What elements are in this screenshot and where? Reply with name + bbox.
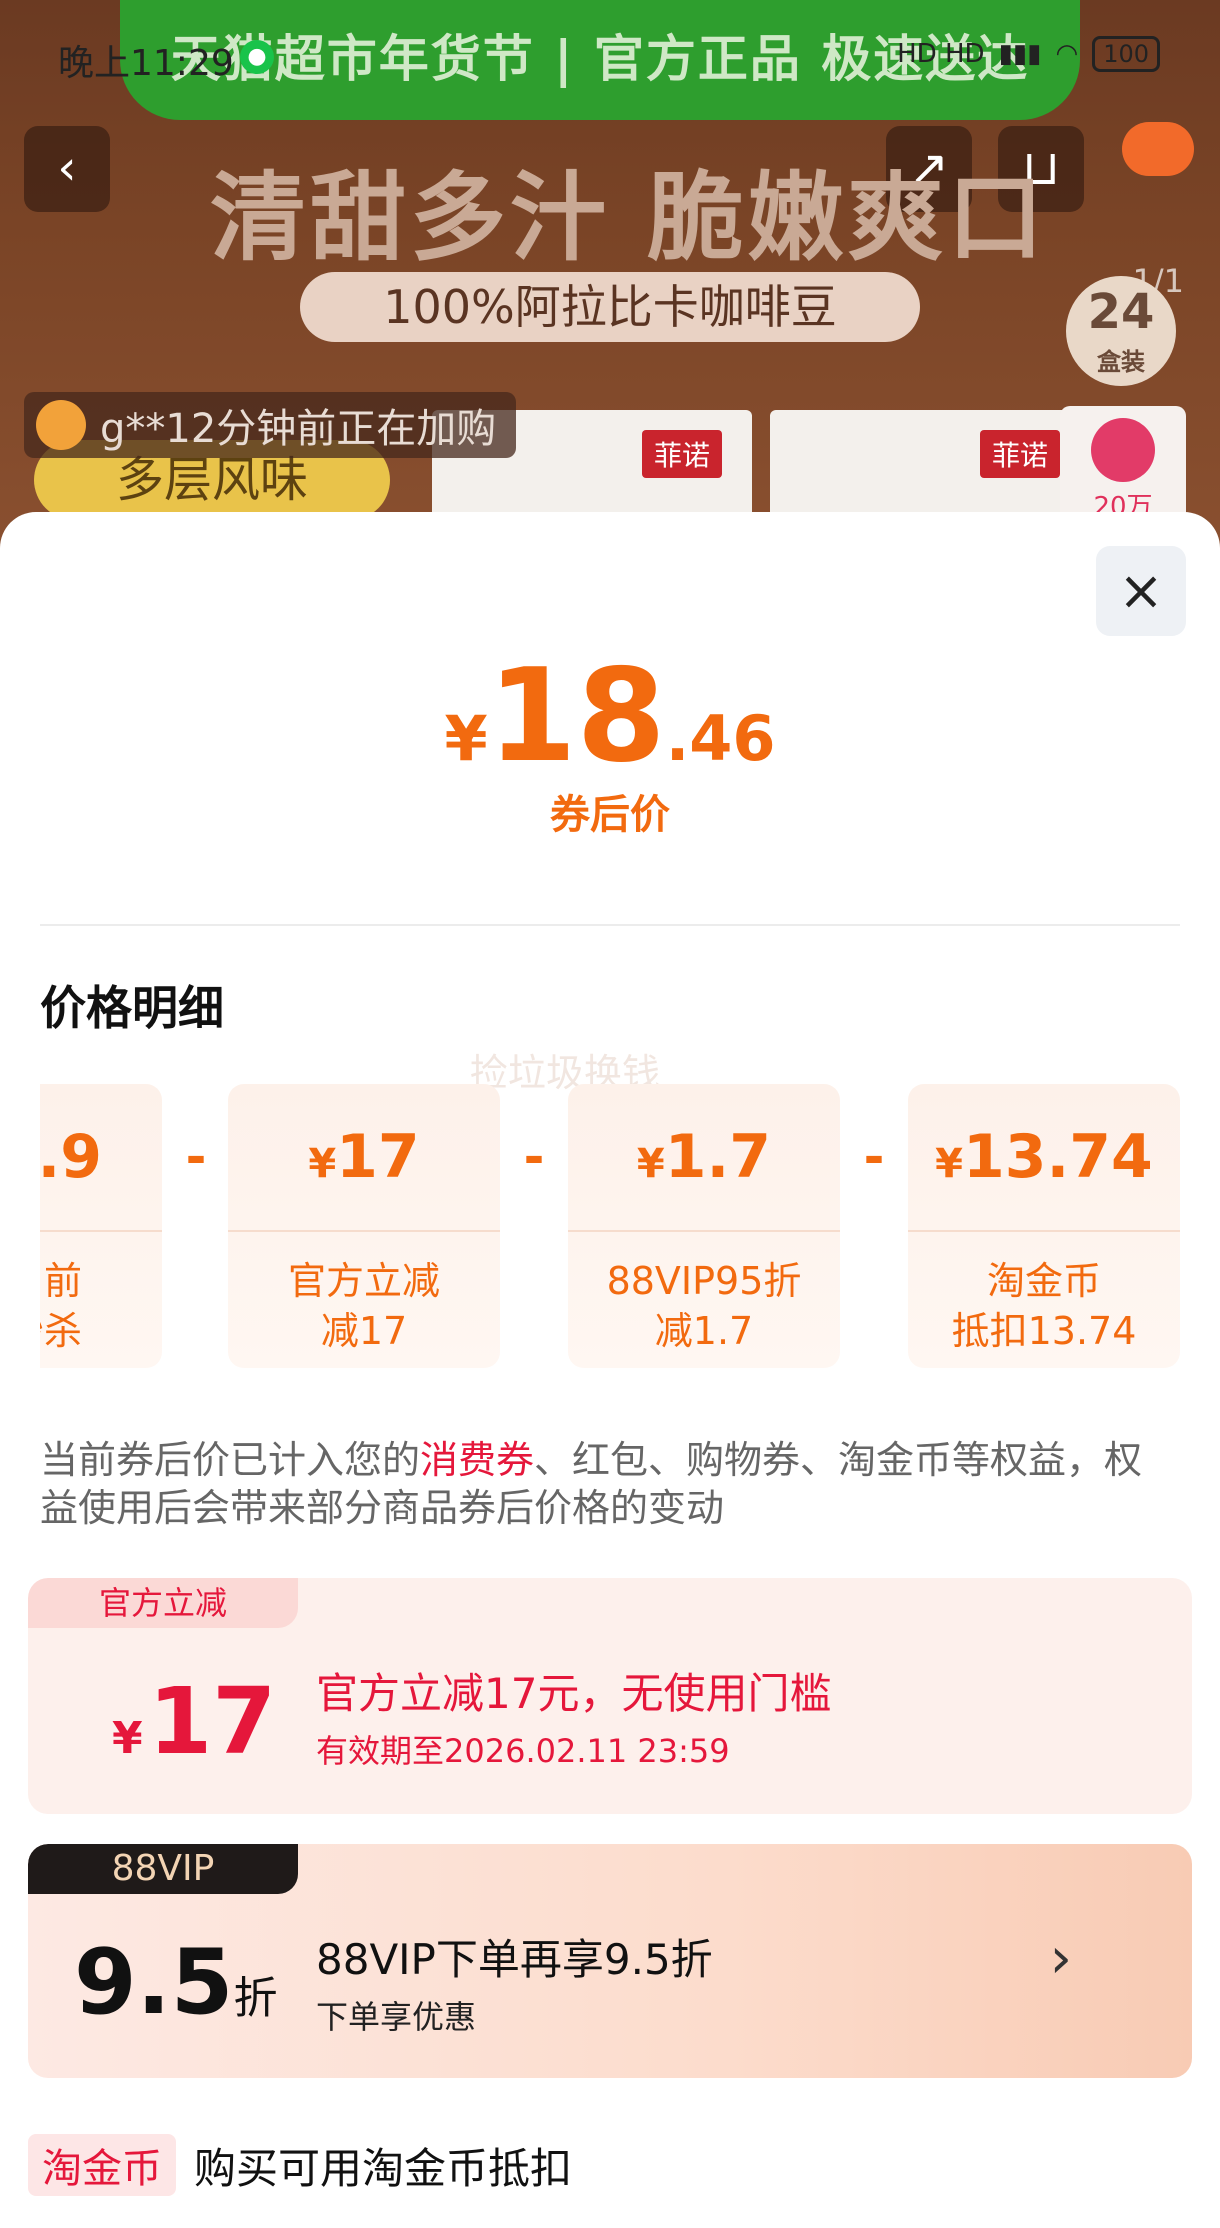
card-currency: ¥ [636,1141,665,1187]
coupon-title: 官方立减17元，无使用门槛 [316,1669,832,1718]
card-label-line1: 淘金币 [986,1259,1101,1303]
status-indicators: HD HD ▮▮▮ ◠ 100 [897,36,1160,72]
vip-title: 88VIP下单再享9.5折 [316,1935,713,1984]
product-background: 天猫超市年货节 | 官方正品 极速送达 晚上11:29 ● HD HD ▮▮▮ … [0,0,1220,560]
card-amount: 0.9 [40,1122,102,1192]
official-discount-coupon: 官方立减 ¥ 17 官方立减17元，无使用门槛 有效期至2026.02.11 2… [28,1578,1192,1814]
coin-text: 购买可用淘金币抵扣 [194,2143,573,2193]
price-decimal: .46 [665,702,776,775]
vip-tag: 88VIP [28,1844,298,1894]
card-label-line2: 减17 [320,1309,408,1353]
coin-tag: 淘金币 [28,2134,176,2196]
brand-logo: 菲诺 [979,430,1060,478]
breakdown-card-vip: ¥1.7 88VIP95折 减1.7 [568,1084,840,1368]
coin-deduction-row: 淘金币 购买可用淘金币抵扣 [28,2134,572,2196]
card-currency: ¥ [935,1141,964,1187]
section-title: 价格明细 [40,981,224,1035]
card-value: ¥17 [228,1084,500,1232]
minus-sign: - [523,1128,545,1186]
card-value: 0.9 [40,1084,162,1232]
box-unit: 盒装 [1097,348,1145,376]
notice-text: 当前券后价已计入您的 [40,1438,421,1482]
card-label-line2: 秒杀 [40,1309,82,1353]
card-label-line1: 官方立减 [287,1259,440,1303]
card-value: ¥13.74 [908,1084,1180,1232]
card-value: ¥1.7 [568,1084,840,1232]
hero-subline: 100%阿拉比卡咖啡豆 [300,272,920,342]
network-label: HD HD [897,39,985,69]
status-time: 晚上11:29 [58,43,234,84]
card-label: 官方立减 减17 [228,1232,500,1356]
price-notice: 当前券后价已计入您的消费券、红包、购物券、淘金币等权益，权益使用后会带来部分商品… [40,1436,1180,1532]
battery-icon: 100 [1092,36,1160,72]
card-label-line1: 88VIP95折 [606,1259,802,1303]
card-currency: ¥ [308,1141,337,1187]
avatar [36,400,86,450]
signal-icon: ▮▮▮ [998,39,1042,69]
card-label-line2: 抵扣13.74 [951,1309,1137,1353]
message-icon[interactable] [1122,122,1194,176]
card-label: 前 秒杀 [40,1232,162,1356]
price-detail-sheet: × ¥18.46 券后价 价格明细 捡垃圾换钱 0.9 前 秒杀 - ¥17 官… [0,512,1220,2228]
back-button[interactable]: ‹ [24,126,110,212]
close-button[interactable]: × [1096,546,1186,636]
vip-discount-unit: 折 [233,1973,278,2024]
price-breakdown-row[interactable]: 0.9 前 秒杀 - ¥17 官方立减 减17 - ¥1.7 88VIP95折 [40,1084,1180,1372]
coupon-currency: ¥ [112,1713,143,1764]
card-amount: 17 [336,1122,420,1192]
box-count-badge: 24 盒装 [1066,276,1176,386]
chevron-right-icon[interactable]: › [1050,1926,1072,1991]
activity-notification: g**12分钟前正在加购 [24,392,517,458]
card-label-line1: 前 [43,1259,82,1303]
divider [40,924,1180,926]
minus-sign: - [185,1128,207,1186]
wifi-icon: ◠ [1055,39,1079,69]
coupon-validity: 有效期至2026.02.11 23:59 [316,1732,730,1770]
breakdown-card-coin: ¥13.74 淘金币 抵扣13.74 [908,1084,1180,1368]
card-amount: 1.7 [664,1122,772,1192]
wechat-icon: ● [240,40,274,74]
vip-discount-value: 9.5 [74,1930,234,2035]
vip-discount: 9.5折 [74,1930,277,2035]
price-label: 券后价 [550,792,670,838]
final-price: ¥18.46 [0,642,1220,791]
vip-discount-coupon[interactable]: 88VIP 9.5折 88VIP下单再享9.5折 下单享优惠 › [28,1844,1192,2078]
breakdown-card-official: ¥17 官方立减 减17 [228,1084,500,1368]
card-label: 淘金币 抵扣13.74 [908,1232,1180,1356]
coupon-tag: 官方立减 [28,1578,298,1628]
currency-symbol: ¥ [444,702,488,775]
card-label-line2: 减1.7 [654,1309,754,1353]
card-label: 88VIP95折 减1.7 [568,1232,840,1356]
bar-chart-icon [1091,418,1155,482]
coupon-value: 17 [148,1668,277,1775]
coupon-amount: ¥ 17 [112,1668,276,1775]
notification-text: g**12分钟前正在加购 [100,406,497,452]
price-integer: 18 [487,642,666,791]
notice-highlight-link[interactable]: 消费券 [420,1438,534,1482]
brand-logo: 菲诺 [641,430,722,478]
vip-subtitle: 下单享优惠 [316,1998,477,2036]
hero-headline: 清甜多汁 脆嫩爽口 [210,162,1048,274]
breakdown-card-original: 0.9 前 秒杀 [40,1084,162,1368]
minus-sign: - [863,1128,885,1186]
box-count: 24 [1087,284,1155,340]
card-amount: 13.74 [963,1122,1153,1192]
